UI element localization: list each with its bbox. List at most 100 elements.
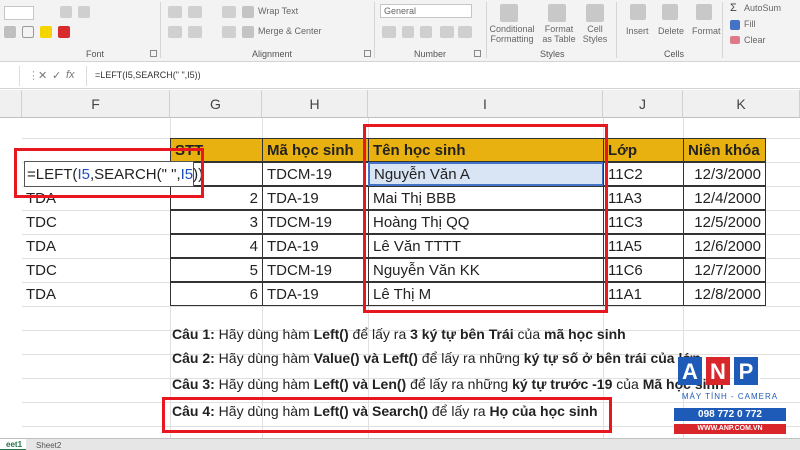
table-row-f[interactable]: TDC — [22, 258, 170, 282]
wrap-text-icon[interactable] — [242, 6, 254, 18]
header-lop[interactable]: Lớp — [603, 138, 684, 162]
table-row-nien[interactable]: 12/3/2000 — [683, 162, 766, 186]
clear-button[interactable]: Clear — [744, 35, 766, 45]
question-bold: 3 ký tự bên Trái — [410, 326, 514, 342]
ribbon-separator — [160, 2, 161, 58]
table-row-f[interactable]: TDA — [22, 282, 170, 306]
merge-center-button[interactable]: Merge & Center — [258, 26, 322, 36]
row-header-corner[interactable] — [0, 90, 22, 118]
increase-font-icon[interactable] — [60, 6, 72, 18]
percent-icon[interactable] — [402, 26, 414, 38]
logo-letter: A — [682, 359, 698, 384]
format-icon[interactable] — [696, 4, 712, 20]
table-row-lop[interactable]: 11C2 — [603, 162, 684, 186]
table-row-ma[interactable]: TDCM-19 — [262, 258, 369, 282]
column-header-g[interactable]: G — [170, 90, 262, 118]
column-header-k[interactable]: K — [683, 90, 800, 118]
delete-icon[interactable] — [662, 4, 678, 20]
question-label: Câu 3: — [172, 376, 215, 392]
table-row-ma[interactable]: TDCM-19 — [262, 210, 369, 234]
table-row-ma[interactable]: TDA-19 — [262, 186, 369, 210]
group-styles-label: Styles — [540, 49, 565, 59]
header-nien-khoa[interactable]: Niên khóa — [683, 138, 766, 162]
wrap-text-button[interactable]: Wrap Text — [258, 6, 298, 16]
indent-icon[interactable] — [222, 26, 236, 38]
logo-website: WWW.ANP.COM.VN — [697, 425, 763, 432]
format-button[interactable]: Format — [692, 26, 721, 36]
format-as-table-button[interactable]: Format as Table — [540, 24, 578, 44]
sheet-tab[interactable]: Sheet2 — [30, 439, 74, 450]
delete-button[interactable]: Delete — [658, 26, 684, 36]
question-1: Câu 1: Hãy dùng hàm Left() để lấy ra 3 k… — [172, 326, 626, 342]
column-header-h[interactable]: H — [262, 90, 368, 118]
autosum-button[interactable]: AutoSum — [744, 3, 781, 13]
sheet-tab-active[interactable]: eet1 — [0, 439, 26, 450]
font-color-icon[interactable] — [58, 26, 70, 38]
conditional-formatting-button[interactable]: Conditional Formatting — [486, 24, 538, 44]
decrease-font-icon[interactable] — [78, 6, 90, 18]
insert-icon[interactable] — [630, 4, 646, 20]
font-launcher-icon[interactable] — [150, 50, 157, 57]
table-row-lop[interactable]: 11C3 — [603, 210, 684, 234]
insert-function-icon[interactable]: fx — [66, 69, 75, 81]
column-header-i[interactable]: I — [368, 90, 603, 118]
bold-icon[interactable] — [4, 26, 16, 38]
formula-input[interactable]: =LEFT(I5,SEARCH(" ",I5)) — [86, 66, 800, 86]
alignment-launcher-icon[interactable] — [364, 50, 371, 57]
merge-center-icon[interactable] — [242, 26, 254, 38]
increase-decimal-icon[interactable] — [440, 26, 454, 38]
table-row-ma[interactable]: TDCM-19 — [262, 162, 369, 186]
table-row-lop[interactable]: 11A3 — [603, 186, 684, 210]
question-text: Hãy dùng hàm — [214, 350, 314, 366]
clear-icon[interactable] — [730, 36, 740, 44]
table-row-nien[interactable]: 12/5/2000 — [683, 210, 766, 234]
name-box[interactable] — [0, 66, 20, 86]
table-row-nien[interactable]: 12/8/2000 — [683, 282, 766, 306]
logo-phone: 098 772 0 772 — [698, 409, 762, 420]
question-text: để lấy ra những — [406, 376, 513, 392]
currency-icon[interactable] — [382, 26, 396, 38]
border-icon[interactable] — [22, 26, 34, 38]
column-header-j[interactable]: J — [603, 90, 683, 118]
align-left-icon[interactable] — [168, 26, 182, 38]
fill-color-icon[interactable] — [40, 26, 52, 38]
number-format-dropdown[interactable]: General — [380, 4, 472, 18]
number-launcher-icon[interactable] — [474, 50, 481, 57]
table-row-f[interactable]: TDC — [22, 210, 170, 234]
cancel-icon[interactable]: ✕ — [38, 69, 47, 82]
font-size-box[interactable] — [4, 6, 34, 20]
enter-icon[interactable]: ✓ — [52, 69, 61, 82]
table-row-stt[interactable]: 5 — [170, 258, 263, 282]
table-row-lop[interactable]: 11A1 — [603, 282, 684, 306]
decrease-decimal-icon[interactable] — [458, 26, 472, 38]
cell-styles-button[interactable]: Cell Styles — [580, 24, 610, 44]
cell-styles-icon[interactable] — [586, 4, 604, 22]
autosum-icon[interactable]: Σ — [730, 2, 737, 14]
conditional-formatting-icon[interactable] — [500, 4, 518, 22]
insert-button[interactable]: Insert — [626, 26, 649, 36]
table-row-lop[interactable]: 11C6 — [603, 258, 684, 282]
orientation-icon[interactable] — [222, 6, 236, 18]
table-row-nien[interactable]: 12/7/2000 — [683, 258, 766, 282]
table-row-nien[interactable]: 12/6/2000 — [683, 234, 766, 258]
header-ma-hoc-sinh[interactable]: Mã học sinh — [262, 138, 369, 162]
fill-button[interactable]: Fill — [744, 19, 756, 29]
table-row-stt[interactable]: 6 — [170, 282, 263, 306]
column-header-f[interactable]: F — [22, 90, 170, 118]
align-center-icon[interactable] — [188, 26, 202, 38]
align-middle-icon[interactable] — [188, 6, 202, 18]
table-row-stt[interactable]: 4 — [170, 234, 263, 258]
align-top-icon[interactable] — [168, 6, 182, 18]
format-as-table-icon[interactable] — [548, 4, 566, 22]
table-row-ma[interactable]: TDA-19 — [262, 282, 369, 306]
fill-icon[interactable] — [730, 20, 740, 30]
table-row-ma[interactable]: TDA-19 — [262, 234, 369, 258]
group-number-label: Number — [414, 49, 447, 59]
table-row-f[interactable]: TDA — [22, 234, 170, 258]
table-row-nien[interactable]: 12/4/2000 — [683, 186, 766, 210]
comma-icon[interactable] — [420, 26, 432, 38]
table-row-stt[interactable]: 3 — [170, 210, 263, 234]
question-label: Câu 1: — [172, 326, 215, 342]
table-row-lop[interactable]: 11A5 — [603, 234, 684, 258]
ribbon: Font Wrap Text Merge & Center Alignment … — [0, 0, 800, 62]
